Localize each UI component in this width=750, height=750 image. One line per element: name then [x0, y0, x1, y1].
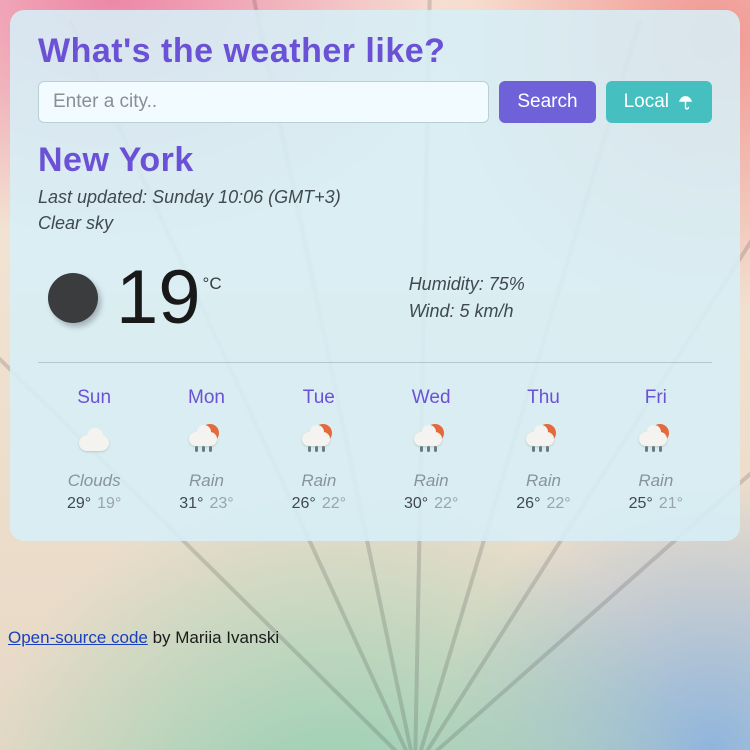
search-button[interactable]: Search [499, 81, 595, 123]
forecast-hi: 25° [629, 495, 653, 512]
weather-card: What's the weather like? Search Local Ne… [10, 10, 740, 541]
forecast-hi: 30° [404, 495, 428, 512]
forecast-condition: Rain [154, 471, 258, 491]
search-button-label: Search [517, 91, 577, 113]
temp-unit: °C [203, 274, 222, 293]
forecast-day: Fri Rain 25° 21° [604, 387, 708, 513]
forecast-temps: 26° 22° [267, 495, 371, 513]
forecast-day: Wed Rain 30° 22° [379, 387, 483, 513]
forecast-day-name: Tue [267, 387, 371, 409]
cloud-icon [73, 426, 115, 456]
forecast-lo: 19° [97, 495, 121, 512]
temp-value: 19 [116, 255, 201, 340]
footer-author: by Mariia Ivanski [148, 628, 279, 647]
forecast-hi: 26° [292, 495, 316, 512]
sun-rain-icon [298, 426, 340, 456]
forecast-lo: 22° [546, 495, 570, 512]
forecast-temps: 30° 22° [379, 495, 483, 513]
forecast-hi: 31° [179, 495, 203, 512]
forecast-temps: 29° 19° [42, 495, 146, 513]
forecast-lo: 22° [322, 495, 346, 512]
local-button-label: Local [624, 91, 669, 113]
search-row: Search Local [38, 81, 712, 123]
current-condition: Clear sky [38, 210, 712, 236]
sun-rain-icon [635, 426, 677, 456]
sun-rain-icon [522, 426, 564, 456]
last-updated: Last updated: Sunday 10:06 (GMT+3) [38, 184, 712, 210]
city-name: New York [38, 141, 712, 180]
divider [38, 362, 712, 363]
forecast-day-name: Mon [154, 387, 258, 409]
forecast-day: Sun Clouds 29° 19° [42, 387, 146, 513]
sun-rain-icon [185, 426, 227, 456]
moon-icon [48, 273, 98, 323]
forecast-condition: Rain [491, 471, 595, 491]
forecast-day-name: Sun [42, 387, 146, 409]
source-link[interactable]: Open-source code [8, 628, 148, 647]
wind-text: Wind: 5 km/h [409, 298, 525, 325]
forecast-condition: Rain [604, 471, 708, 491]
forecast-hi: 26° [516, 495, 540, 512]
forecast-hi: 29° [67, 495, 91, 512]
forecast-day-name: Thu [491, 387, 595, 409]
current-temperature: 19°C [116, 260, 220, 336]
forecast-lo: 22° [434, 495, 458, 512]
page-title: What's the weather like? [38, 32, 712, 71]
forecast-day-name: Fri [604, 387, 708, 409]
forecast-lo: 23° [209, 495, 233, 512]
forecast-day-name: Wed [379, 387, 483, 409]
current-weather: 19°C Humidity: 75% Wind: 5 km/h [38, 260, 712, 336]
forecast-temps: 31° 23° [154, 495, 258, 513]
footer: Open-source code by Mariia Ivanski [8, 628, 279, 648]
sun-rain-icon [410, 426, 452, 456]
forecast-day: Thu Rain 26° 22° [491, 387, 595, 513]
umbrella-icon [677, 94, 694, 111]
humidity-text: Humidity: 75% [409, 271, 525, 298]
forecast-day: Tue Rain 26° 22° [267, 387, 371, 513]
local-button[interactable]: Local [606, 81, 712, 123]
forecast-condition: Clouds [42, 471, 146, 491]
forecast-temps: 25° 21° [604, 495, 708, 513]
forecast-row: Sun Clouds 29° 19° Mon Rain 31° 23° Tue Rain 26° 22… [38, 381, 712, 515]
forecast-condition: Rain [379, 471, 483, 491]
forecast-day: Mon Rain 31° 23° [154, 387, 258, 513]
forecast-condition: Rain [267, 471, 371, 491]
city-input[interactable] [38, 81, 489, 123]
forecast-lo: 21° [659, 495, 683, 512]
forecast-temps: 26° 22° [491, 495, 595, 513]
